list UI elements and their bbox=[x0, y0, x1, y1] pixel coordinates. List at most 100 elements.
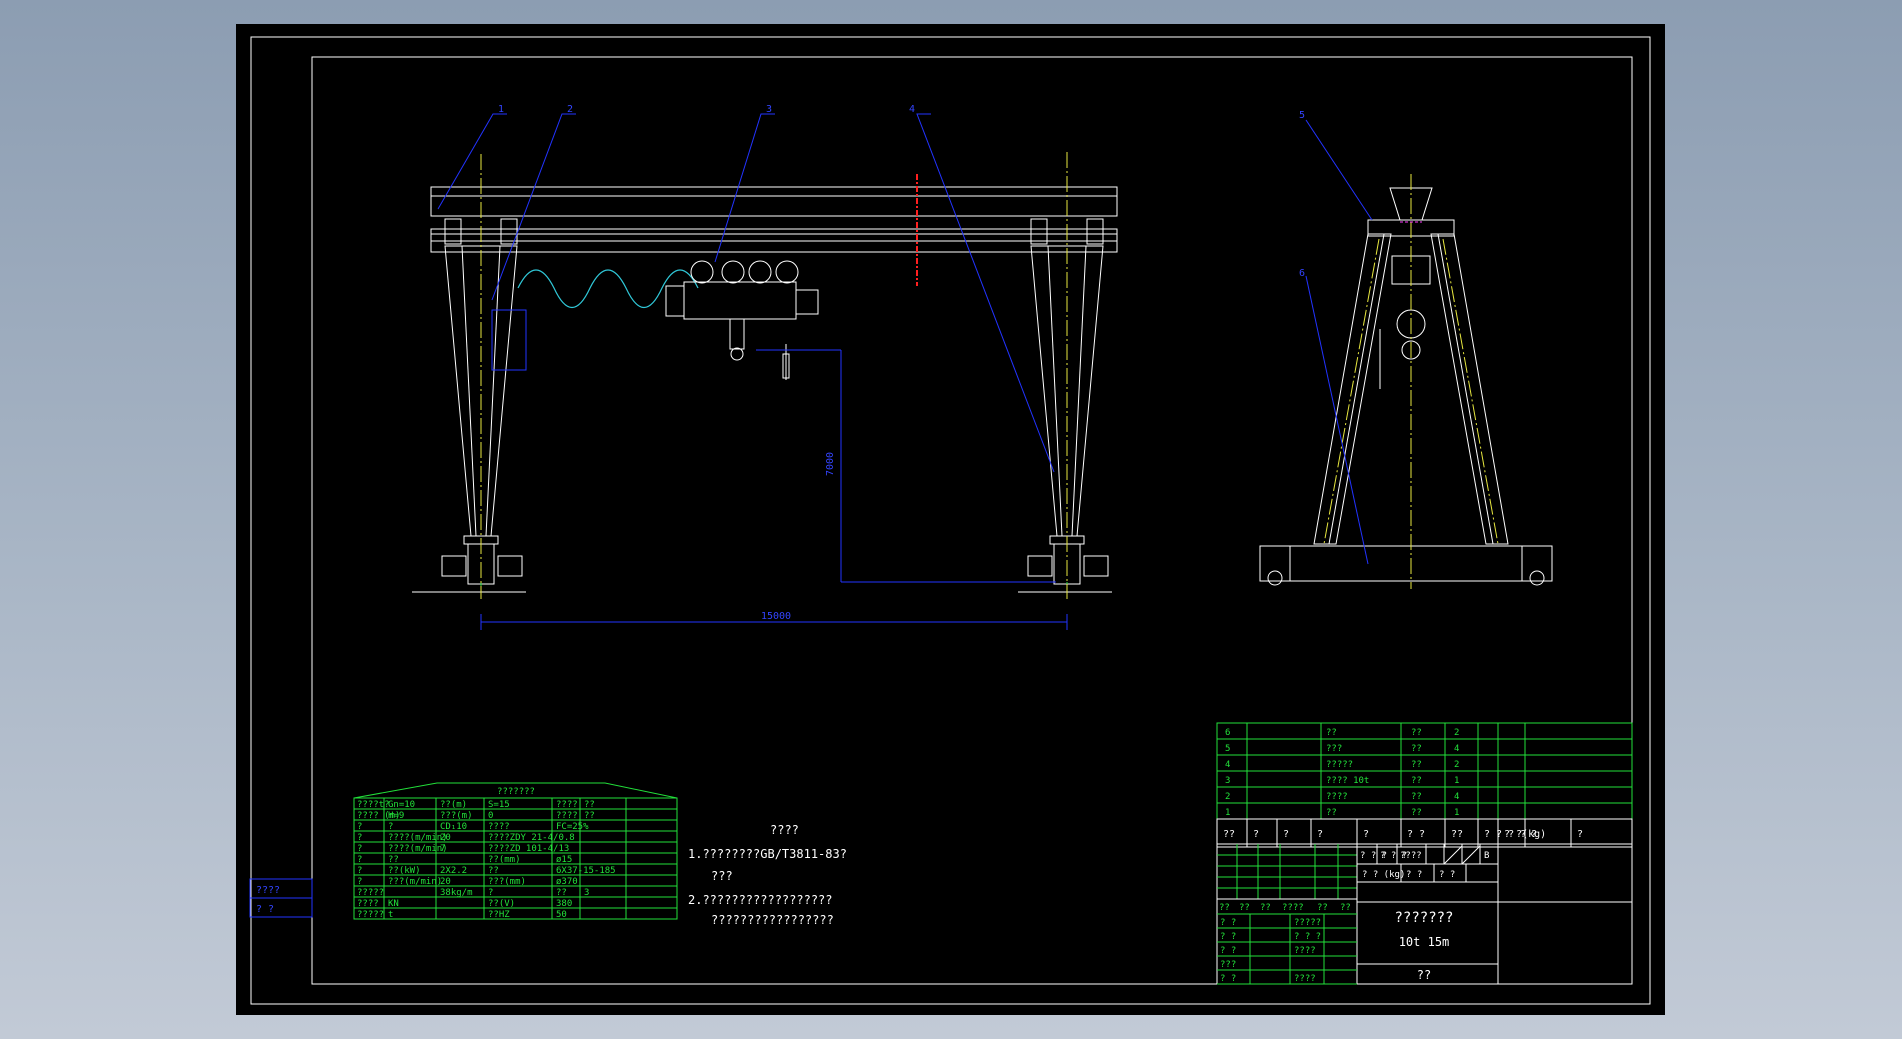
outer-frame bbox=[250, 36, 1651, 1005]
dim-height: 7000 bbox=[825, 452, 836, 476]
part-callout-4: 4 bbox=[909, 104, 915, 115]
spec-cell: ??(V) bbox=[488, 899, 515, 909]
spec-cell: ????(m/min) bbox=[388, 833, 448, 843]
scale-cell: B bbox=[1484, 851, 1489, 861]
spec-cell: 0 bbox=[488, 811, 493, 821]
spec-cell: t bbox=[388, 910, 393, 920]
spec-cell: ø370 bbox=[556, 877, 578, 887]
spec-cell: 20 bbox=[440, 833, 451, 843]
dim-span: 15000 bbox=[761, 611, 791, 622]
spec-cell: ?? bbox=[584, 800, 595, 810]
spec-cell: ? bbox=[488, 888, 493, 898]
spec-cell: ?? bbox=[488, 866, 499, 876]
parts-row-material: ?? bbox=[1411, 760, 1422, 770]
cad-canvas: 15000 7000 1 2 3 4 5 6 ???? ? ? ???? 1.?… bbox=[249, 36, 1651, 1005]
parts-row-qty: 1 bbox=[1454, 808, 1459, 818]
spec-cell: Gn=10 bbox=[388, 800, 415, 810]
spec-cell: ????? bbox=[357, 910, 384, 920]
sign-row-label: ? ? bbox=[1220, 932, 1236, 942]
spec-cell: ???(m/min) bbox=[388, 877, 442, 887]
parts-row-material: ?? bbox=[1411, 728, 1422, 738]
note-1b: ??? bbox=[711, 869, 733, 883]
spec-cell: ?? bbox=[584, 811, 595, 821]
sign-header-cell: ?? bbox=[1219, 903, 1230, 913]
spec-cell: ?? bbox=[388, 855, 399, 865]
spec-cell: FC=25% bbox=[556, 822, 589, 832]
parts-row-material: ?? bbox=[1411, 808, 1422, 818]
spec-cell: ???? bbox=[556, 811, 578, 821]
sign-row-label: ??? bbox=[1220, 960, 1236, 970]
parts-row-name: ?? bbox=[1326, 808, 1337, 818]
spec-cell: 50 bbox=[556, 910, 567, 920]
parts-row-no: 1 bbox=[1225, 808, 1230, 818]
spec-table: ??????? ????t?Gn=10 ??(m) S=15?????????? (… bbox=[353, 782, 678, 920]
parts-row-material: ?? bbox=[1411, 792, 1422, 802]
sign-cell: ????? bbox=[1294, 918, 1321, 928]
parts-header-cell: ? bbox=[1577, 829, 1583, 840]
notes-heading: ???? bbox=[770, 823, 799, 837]
parts-header-cell: ? bbox=[1253, 829, 1259, 840]
spec-cell: ??(mm) bbox=[488, 855, 521, 865]
parts-row-no: 3 bbox=[1225, 776, 1230, 786]
electric-hoist bbox=[665, 260, 819, 380]
spec-cell: ??(kW) bbox=[388, 866, 421, 876]
front-view: 15000 7000 1 2 3 4 bbox=[412, 104, 1118, 630]
sign-header-cell: ?? bbox=[1260, 903, 1271, 913]
parts-row-name: ????? bbox=[1326, 760, 1353, 770]
spec-cell: CD₁10 bbox=[440, 822, 467, 832]
sign-row-label: ? ? bbox=[1220, 918, 1236, 928]
part-callout-2: 2 bbox=[567, 104, 573, 115]
spec-cell: ????ZD 101-4/13 bbox=[488, 844, 569, 854]
spec-cell: H=9 bbox=[388, 811, 404, 821]
spec-cell: ???(m) bbox=[440, 811, 473, 821]
spec-cell: ? bbox=[357, 866, 362, 876]
spec-cell: 38kg/m bbox=[440, 888, 473, 898]
spec-cell: 6X37-15-185 bbox=[556, 866, 616, 876]
weight-cell: ? ? bbox=[1439, 870, 1455, 880]
weight-cell: ? ? bbox=[1406, 870, 1422, 880]
svg-text:????: ???? bbox=[256, 885, 280, 896]
parts-header-cell: ? ? bbox=[1407, 829, 1425, 840]
side-view: 5 6 bbox=[1259, 110, 1553, 589]
sign-cell: ???? bbox=[1294, 946, 1316, 956]
parts-row-no: 2 bbox=[1225, 792, 1230, 802]
sign-cell: ???? bbox=[1294, 974, 1316, 984]
spec-cell: KN bbox=[388, 899, 399, 909]
weight-cell: ? ? (kg) bbox=[1362, 870, 1405, 880]
spec-cell: ????(m/min) bbox=[388, 844, 448, 854]
spec-cell: ???? bbox=[357, 899, 379, 909]
spec-cell: ????ZDY 21-4/0.8 bbox=[488, 833, 575, 843]
spec-cell: 3 bbox=[584, 888, 589, 898]
parts-row-material: ?? bbox=[1411, 776, 1422, 786]
sign-cell: ? ? ? bbox=[1294, 932, 1321, 942]
svg-text:? ?: ? ? bbox=[256, 904, 274, 915]
parts-row-name: ?? bbox=[1326, 728, 1337, 738]
drawing-sheet: 15000 7000 1 2 3 4 5 6 ???? ? ? ???? 1.?… bbox=[236, 24, 1665, 1015]
sign-header-cell: ???? bbox=[1282, 903, 1304, 913]
sign-header-cell: ?? bbox=[1317, 903, 1328, 913]
parts-header-cell: ? bbox=[1531, 829, 1537, 840]
parts-header-cell: ? ?(kg) bbox=[1504, 829, 1546, 840]
scale-cell: ???? bbox=[1400, 851, 1422, 861]
parts-row-qty: 4 bbox=[1454, 744, 1459, 754]
spec-cell: ø15 bbox=[556, 855, 572, 865]
technical-notes: ???? 1.????????GB/T3811-83? ??? 2.??????… bbox=[688, 823, 847, 927]
parts-header-cell: ?? bbox=[1223, 829, 1235, 840]
drawing-name: ??????? bbox=[1394, 910, 1453, 926]
spec-cell: ???(mm) bbox=[488, 877, 526, 887]
spec-cell: ????? bbox=[357, 888, 384, 898]
spec-cell: ? bbox=[357, 822, 362, 832]
sign-header-cell: ?? bbox=[1239, 903, 1250, 913]
parts-row-qty: 2 bbox=[1454, 760, 1459, 770]
parts-header-cell: ? bbox=[1317, 829, 1323, 840]
note-1: 1.????????GB/T3811-83? bbox=[688, 847, 847, 861]
parts-list: 6???? 25????? 44??????? 23???? 10t?? 12?????… bbox=[1216, 722, 1633, 848]
drawing-spec: 10t 15m bbox=[1399, 935, 1450, 949]
note-2b: ????????????????? bbox=[711, 913, 834, 927]
parts-row-qty: 4 bbox=[1454, 792, 1459, 802]
spec-cell: 2X2.2 bbox=[440, 866, 467, 876]
part-callout-5: 5 bbox=[1299, 110, 1305, 121]
parts-row-qty: 1 bbox=[1454, 776, 1459, 786]
parts-row-qty: 2 bbox=[1454, 728, 1459, 738]
spec-cell: ??HZ bbox=[488, 910, 510, 920]
